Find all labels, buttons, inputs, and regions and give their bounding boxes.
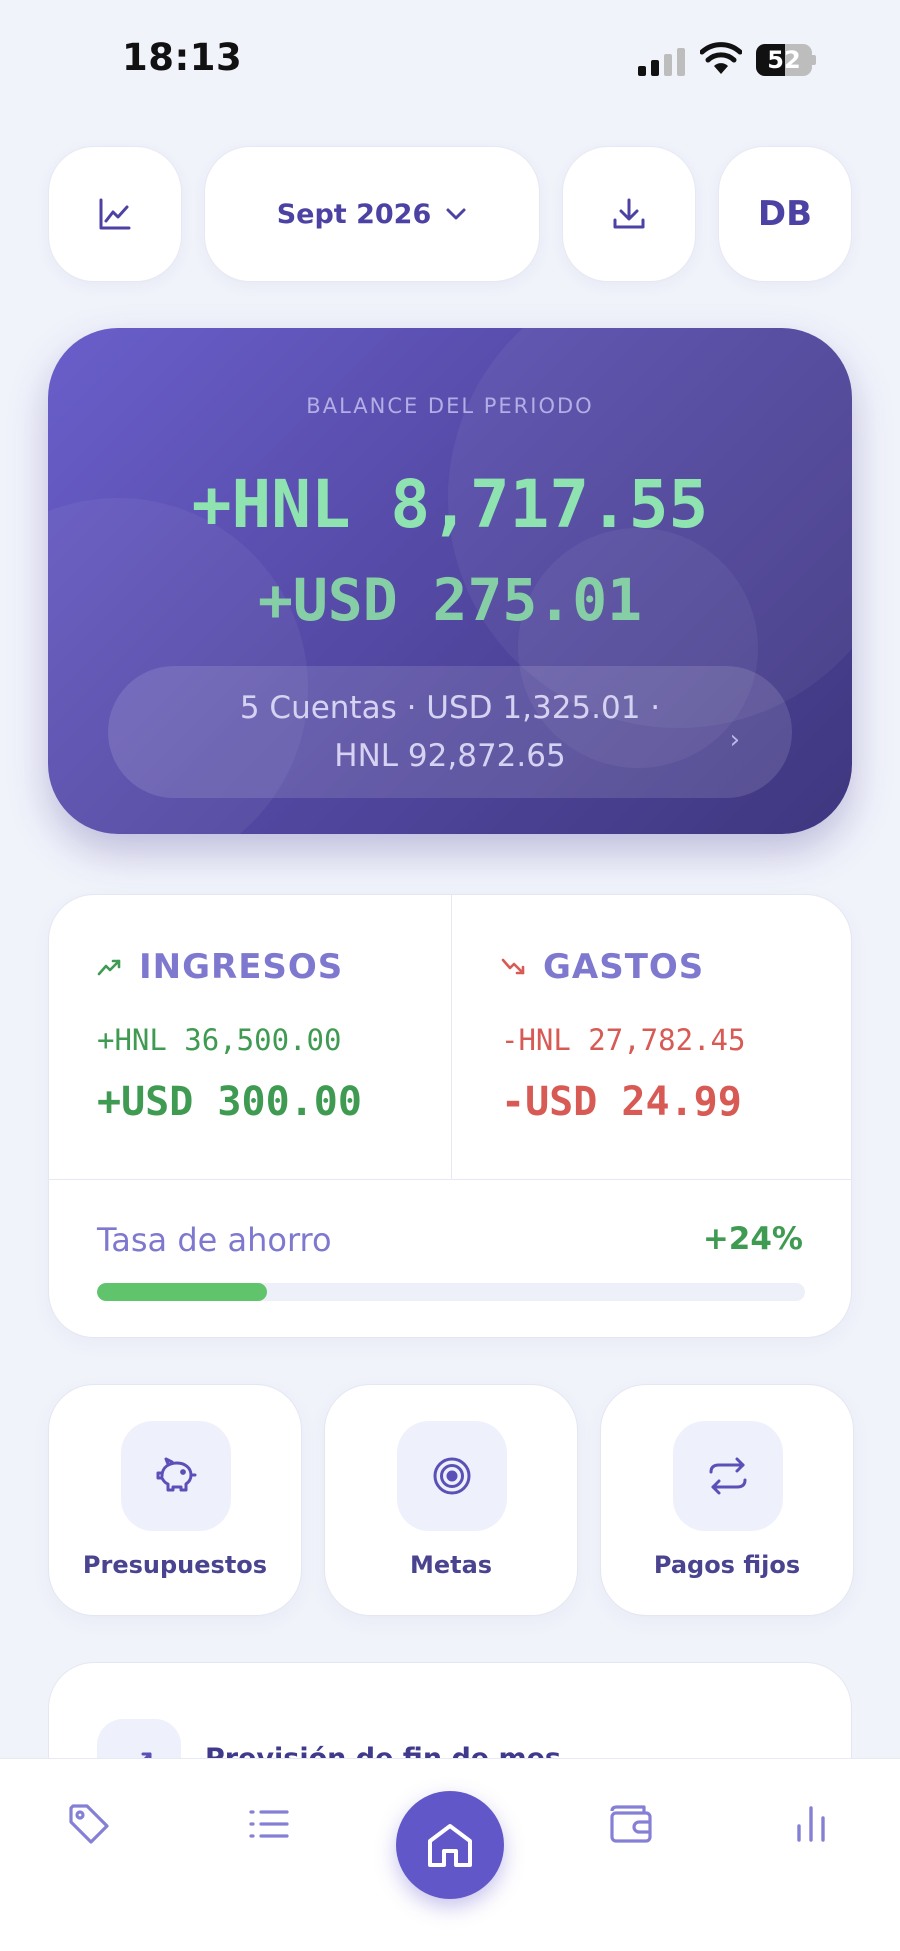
nav-stats[interactable]	[766, 1759, 856, 1889]
income-section[interactable]: INGRESOS +HNL 36,500.00 +USD 300.00	[97, 947, 362, 1125]
download-button[interactable]	[562, 146, 696, 282]
trending-down-icon	[501, 958, 525, 975]
savings-rate-value: +24%	[702, 1221, 803, 1257]
battery-icon: 52	[756, 44, 816, 76]
top-toolbar: Sept 2026 DB	[48, 146, 852, 282]
income-usd: +USD 300.00	[97, 1079, 362, 1125]
trending-up-icon	[97, 959, 121, 976]
budgets-button[interactable]: Presupuestos	[48, 1384, 302, 1616]
divider	[49, 1179, 851, 1180]
list-icon	[249, 1810, 289, 1838]
income-hnl: +HNL 36,500.00	[97, 1023, 342, 1057]
fixed-payments-label: Pagos fijos	[653, 1551, 801, 1579]
chevron-down-icon	[446, 208, 466, 220]
goals-button[interactable]: Metas	[324, 1384, 578, 1616]
balance-usd: +USD 275.01	[257, 566, 643, 634]
avatar[interactable]: DB	[718, 146, 852, 282]
repeat-icon	[709, 1457, 747, 1495]
accounts-summary-line1: 5 Cuentas · USD 1,325.01 ·	[239, 690, 661, 726]
expenses-section[interactable]: GASTOS -HNL 27,782.45 -USD 24.99	[501, 947, 745, 1125]
wifi-icon	[699, 42, 743, 76]
bottom-navigation	[0, 1758, 900, 1951]
fixed-payments-button[interactable]: Pagos fijos	[600, 1384, 854, 1616]
bar-chart-icon	[797, 1806, 825, 1842]
expenses-title: GASTOS	[543, 947, 705, 987]
accounts-summary-button[interactable]: 5 Cuentas · USD 1,325.01 · HNL 92,872.65…	[108, 666, 792, 798]
tag-icon	[69, 1804, 109, 1844]
line-chart-icon	[99, 198, 131, 230]
goals-label: Metas	[409, 1551, 493, 1579]
expenses-usd: -USD 24.99	[501, 1079, 742, 1125]
income-expenses-card: INGRESOS +HNL 36,500.00 +USD 300.00 GAST…	[48, 894, 852, 1338]
expenses-hnl: -HNL 27,782.45	[501, 1023, 746, 1057]
piggy-bank-icon	[156, 1457, 197, 1492]
income-title: INGRESOS	[139, 947, 344, 987]
chevron-right-icon: ›	[729, 725, 740, 755]
accounts-summary-line2: HNL 92,872.65	[334, 738, 566, 774]
balance-card: BALANCE DEL PERIODO +HNL 8,717.55 +USD 2…	[48, 328, 852, 834]
month-selector[interactable]: Sept 2026	[204, 146, 540, 282]
download-icon	[613, 198, 645, 229]
savings-progress-bar	[97, 1283, 805, 1301]
nav-tags[interactable]	[44, 1759, 134, 1889]
divider	[451, 895, 452, 1179]
status-time: 18:13	[122, 36, 243, 79]
target-icon	[433, 1457, 471, 1495]
month-label: Sept 2026	[276, 198, 432, 230]
nav-home[interactable]	[396, 1791, 504, 1899]
balance-label: BALANCE DEL PERIODO	[306, 394, 594, 418]
home-icon	[428, 1824, 472, 1867]
cellular-signal-icon	[638, 46, 686, 76]
balance-hnl: +HNL 8,717.55	[191, 466, 709, 543]
nav-list[interactable]	[224, 1759, 314, 1889]
wallet-icon	[610, 1805, 652, 1843]
status-bar: 18:13 52	[0, 0, 900, 120]
budgets-label: Presupuestos	[82, 1551, 268, 1579]
savings-rate-label: Tasa de ahorro	[97, 1221, 332, 1259]
battery-level: 52	[767, 46, 801, 74]
chart-button[interactable]	[48, 146, 182, 282]
savings-progress-fill	[97, 1283, 267, 1301]
nav-wallet[interactable]	[586, 1759, 676, 1889]
